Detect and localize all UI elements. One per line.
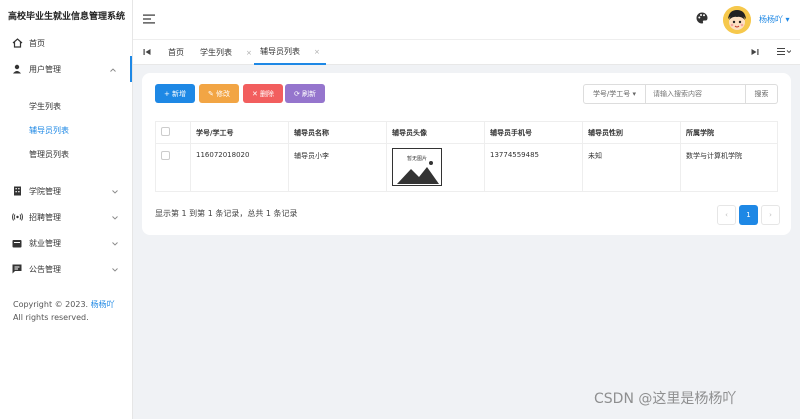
sidebar-item-label: 公告管理 xyxy=(29,264,61,274)
cell-phone: 13774559485 xyxy=(484,143,583,192)
tab-label: 首页 xyxy=(168,48,184,57)
sidebar-item-student-list[interactable]: 学生列表 xyxy=(0,94,132,118)
no-image-placeholder: 暂无图片 xyxy=(392,148,442,186)
cell-avatar: 暂无图片 xyxy=(386,143,485,192)
page-button-current[interactable]: 1 xyxy=(739,205,758,225)
pagination-summary: 显示第 1 到第 1 条记录，总共 1 条记录 xyxy=(155,209,298,218)
chevron-down-icon xyxy=(112,265,118,274)
column-header[interactable]: 辅导员头像 xyxy=(386,121,485,144)
briefcase-icon xyxy=(11,237,23,249)
refresh-button[interactable]: ⟳ 刷新 xyxy=(285,84,325,103)
user-icon xyxy=(11,63,23,75)
watermark: CSDN @这里是杨杨吖 xyxy=(594,391,737,407)
copyright: Copyright © 2023. 杨杨吖 All rights reserve… xyxy=(13,298,125,324)
column-header[interactable]: 辅导员性别 xyxy=(582,121,681,144)
column-header[interactable]: 辅导员名称 xyxy=(288,121,387,144)
sidebar-item-employment-management[interactable]: 就业管理 xyxy=(0,230,132,256)
sidebar: 高校毕业生就业信息管理系统 首页 用户管理 学生列表 辅导员列表 管理员列表 学… xyxy=(0,0,133,419)
chevron-down-icon xyxy=(112,187,118,196)
row-checkbox[interactable] xyxy=(161,151,170,160)
close-icon[interactable]: × xyxy=(314,48,320,56)
tab-counselor-list[interactable]: 辅导员列表 × xyxy=(254,40,326,65)
next-page-button[interactable]: › xyxy=(761,205,780,225)
sidebar-item-label: 首页 xyxy=(29,38,45,48)
sidebar-item-label: 用户管理 xyxy=(29,64,61,74)
select-all-cell xyxy=(155,121,191,144)
user-management-submenu: 学生列表 辅导员列表 管理员列表 xyxy=(0,82,132,178)
broadcast-icon xyxy=(11,211,23,223)
content-card: + 新增 ✎ 修改 ✕ 删除 ⟳ 刷新 学号/学工号 ▾ 搜索 学号/学工号 辅… xyxy=(142,73,791,235)
tabs-bar: 首页 学生列表 × 辅导员列表 × xyxy=(133,40,800,65)
tab-student-list[interactable]: 学生列表 × xyxy=(200,40,252,65)
table-header-row: 学号/学工号 辅导员名称 辅导员头像 辅导员手机号 辅导员性别 所属学院 xyxy=(155,121,778,144)
search-button[interactable]: 搜索 xyxy=(746,84,778,104)
select-cell xyxy=(155,143,191,192)
sidebar-item-notice-management[interactable]: 公告管理 xyxy=(0,256,132,282)
copyright-suffix: All rights reserved. xyxy=(13,313,89,322)
column-header[interactable]: 所属学院 xyxy=(680,121,778,144)
top-header: 杨杨吖 ▾ xyxy=(133,0,800,40)
tab-label: 辅导员列表 xyxy=(260,47,300,56)
sidebar-item-user-management[interactable]: 用户管理 xyxy=(0,56,132,82)
avatar[interactable] xyxy=(723,6,751,34)
search-field-select[interactable]: 学号/学工号 ▾ xyxy=(583,84,646,104)
chevron-up-icon xyxy=(110,65,116,74)
cell-name: 辅导员小李 xyxy=(288,143,387,192)
sidebar-item-admin-list[interactable]: 管理员列表 xyxy=(0,142,132,166)
add-button[interactable]: + 新增 xyxy=(155,84,195,103)
chevron-down-icon xyxy=(112,213,118,222)
caret-down-icon: ▾ xyxy=(785,15,790,24)
message-icon xyxy=(11,263,23,275)
sidebar-item-counselor-list[interactable]: 辅导员列表 xyxy=(0,118,132,142)
app-title: 高校毕业生就业信息管理系统 xyxy=(8,11,126,22)
tab-options-icon[interactable] xyxy=(777,47,792,58)
delete-button[interactable]: ✕ 删除 xyxy=(243,84,283,103)
edit-button[interactable]: ✎ 修改 xyxy=(199,84,239,103)
sidebar-item-label: 学院管理 xyxy=(29,186,61,196)
prev-page-button[interactable]: ‹ xyxy=(717,205,736,225)
tab-label: 学生列表 xyxy=(200,48,232,57)
chevron-down-icon xyxy=(112,239,118,248)
sidebar-item-recruitment-management[interactable]: 招聘管理 xyxy=(0,204,132,230)
username: 杨杨吖 xyxy=(759,15,783,24)
building-icon xyxy=(11,185,23,197)
sidebar-item-label: 招聘管理 xyxy=(29,212,61,222)
cell-gender: 未知 xyxy=(582,143,681,192)
search-input[interactable] xyxy=(646,84,746,104)
column-header[interactable]: 辅导员手机号 xyxy=(484,121,583,144)
hamburger-menu-icon[interactable] xyxy=(143,14,155,26)
user-menu[interactable]: 杨杨吖 ▾ xyxy=(759,14,790,25)
scroll-to-first-tab-icon[interactable] xyxy=(143,48,151,58)
close-icon[interactable]: × xyxy=(246,49,252,57)
tab-home[interactable]: 首页 xyxy=(168,40,184,65)
mountain-image-icon xyxy=(397,161,439,184)
cell-college: 数学与计算机学院 xyxy=(680,143,778,192)
palette-icon[interactable] xyxy=(696,12,708,26)
cell-id: 116072018020 xyxy=(190,143,289,192)
sidebar-item-college-management[interactable]: 学院管理 xyxy=(0,178,132,204)
home-icon xyxy=(11,37,23,49)
scroll-to-last-tab-icon[interactable] xyxy=(751,48,759,58)
table-row[interactable]: 116072018020 辅导员小李 暂无图片 13774559485 未知 数… xyxy=(155,143,778,192)
column-header[interactable]: 学号/学工号 xyxy=(190,121,289,144)
sidebar-item-label: 就业管理 xyxy=(29,238,61,248)
sidebar-item-home[interactable]: 首页 xyxy=(0,30,132,56)
select-all-checkbox[interactable] xyxy=(161,127,170,136)
copyright-prefix: Copyright © 2023. xyxy=(13,300,89,309)
copyright-author-link[interactable]: 杨杨吖 xyxy=(91,300,115,309)
counselor-table: 学号/学工号 辅导员名称 辅导员头像 辅导员手机号 辅导员性别 所属学院 116… xyxy=(155,121,778,192)
